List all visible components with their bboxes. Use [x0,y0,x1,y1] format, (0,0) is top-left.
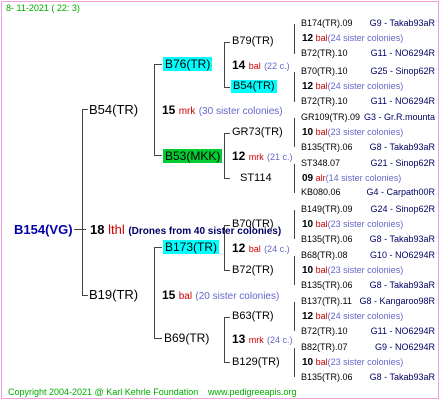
connector [224,270,230,271]
header-date: 8- 11-2021 ( 22: 3) [6,3,80,13]
g4-queen: B82(TR).07 [301,342,348,352]
connector [154,338,162,339]
ggp-5: B70(TR) [232,218,274,230]
g4-queen: B72(TR).10 [301,96,348,106]
connector [154,64,162,65]
parent-1: B54(TR) [89,102,139,117]
parent-2-info: 15 bal (20 sister colonies) [162,288,280,302]
g4-queen: B174(TR).09 [301,18,353,28]
ggp-7: B63(TR) [232,310,274,322]
ggp-8: B129(TR) [232,356,280,368]
g4-queen: KB080.06 [301,187,341,197]
grandparent-1-info: 14 bal (22 c.) [232,58,290,72]
ggp-6: B72(TR) [232,264,274,276]
g4-ref: G8 - Takab93aR [369,142,435,152]
g4-ref: G8 - Takab93aR [369,372,435,382]
connector [294,210,295,239]
g4-queen: ST348.07 [301,158,341,168]
connector [224,133,225,178]
connector [154,155,162,156]
g4-queen: B135(TR).06 [301,142,353,152]
connector [224,178,230,179]
g4-queen: B137(TR).11 [301,296,352,306]
connector [82,295,88,296]
connector [224,42,225,87]
footer-site[interactable]: www.pedigreeapis.org [208,388,297,397]
ggp-1: B79(TR) [232,35,274,47]
connector [82,109,88,110]
grandparent-3: B173(TR) [163,240,220,254]
grandparent-3-info: 12 bal (24 c.) [232,241,290,255]
ggp-4: ST114 [240,172,272,184]
g4-ref: G9 - Takab93aR [369,18,435,28]
g4-drone-info: 12 bal(24 sister colonies) [302,33,404,44]
grandparent-1: B76(TR) [163,57,213,71]
connector [224,317,230,318]
g4-ref: G9 - NO6294R [374,342,435,352]
connector [74,229,86,230]
g4-queen: B70(TR).10 [301,66,348,76]
connector [294,164,295,193]
g4-ref: G25 - Sinop62R [370,66,435,76]
connector [224,133,230,134]
connector [224,42,230,43]
g4-ref: G4 - Carpath00R [366,187,435,197]
g4-drone-info: 10 bal(23 sister colonies) [302,265,404,276]
ggp-3: GR73(TR) [232,126,283,138]
pedigree-frame: { "header":{"date":"8- 11-2021 ( 22: 3)"… [1,1,439,399]
g4-ref: G3 - Gr.R.mounta [363,112,435,122]
g4-drone-info: 12 bal(24 sister colonies) [302,81,404,92]
connector [294,348,295,377]
g4-drone-info: 10 bal(23 sister colonies) [302,357,404,368]
grandparent-2: B53(MKK) [163,149,223,163]
g4-drone-info: 10 bal(23 sister colonies) [302,219,404,230]
connector [82,109,83,295]
connector [224,317,225,362]
g4-drone-info: 10 bal(23 sister colonies) [302,127,404,138]
g4-ref: G8 - Takab93aR [369,234,435,244]
g4-queen: B68(TR).08 [301,250,348,260]
connector [224,87,230,88]
connector [294,24,295,54]
g4-queen: B149(TR).09 [301,204,353,214]
connector [154,64,155,155]
g4-queen: B135(TR).06 [301,234,353,244]
connector [294,302,295,331]
ggp-2: B54(TR) [231,80,277,93]
connector [154,247,155,338]
grandparent-4: B69(TR) [164,331,210,345]
connector [224,362,230,363]
g4-ref: G11 - NO6294R [370,48,435,58]
g4-drone-info: 09 alr(14 sister colonies) [302,173,402,184]
g4-queen: B135(TR).06 [301,280,353,290]
connector [294,256,295,285]
g4-ref: G10 - NO6294R [369,250,435,260]
g4-drone-info: 12 bal(24 sister colonies) [302,311,404,322]
grandparent-4-info: 13 mrk (24 c.) [232,332,293,346]
footer-copyright: Copyright 2004-2021 @ Karl Kehrle Founda… [8,387,199,397]
g4-ref: G11 - NO6294R [370,96,435,106]
root-queen: B154(VG) [14,222,73,237]
g4-ref: G8 - Takab93aR [369,280,435,290]
connector [294,72,295,102]
grandparent-2-info: 12 mrk (21 c.) [232,149,293,163]
g4-ref: G24 - Sinop62R [370,204,435,214]
g4-queen: B135(TR).06 [301,372,353,382]
g4-ref: G11 - NO6294R [370,326,435,336]
g4-queen: B72(TR).10 [301,48,348,58]
g4-queen: GR109(TR).09 [301,112,361,122]
parent-2: B19(TR) [89,287,139,302]
g4-ref: G8 - Kangaroo98R [359,296,435,306]
g4-ref: G21 - Sinop62R [370,158,435,168]
g4-queen: B72(TR).10 [301,326,348,336]
connector [154,247,162,248]
parent-1-info: 15 mrk (30 sister colonies) [162,103,283,117]
connector [294,118,295,147]
